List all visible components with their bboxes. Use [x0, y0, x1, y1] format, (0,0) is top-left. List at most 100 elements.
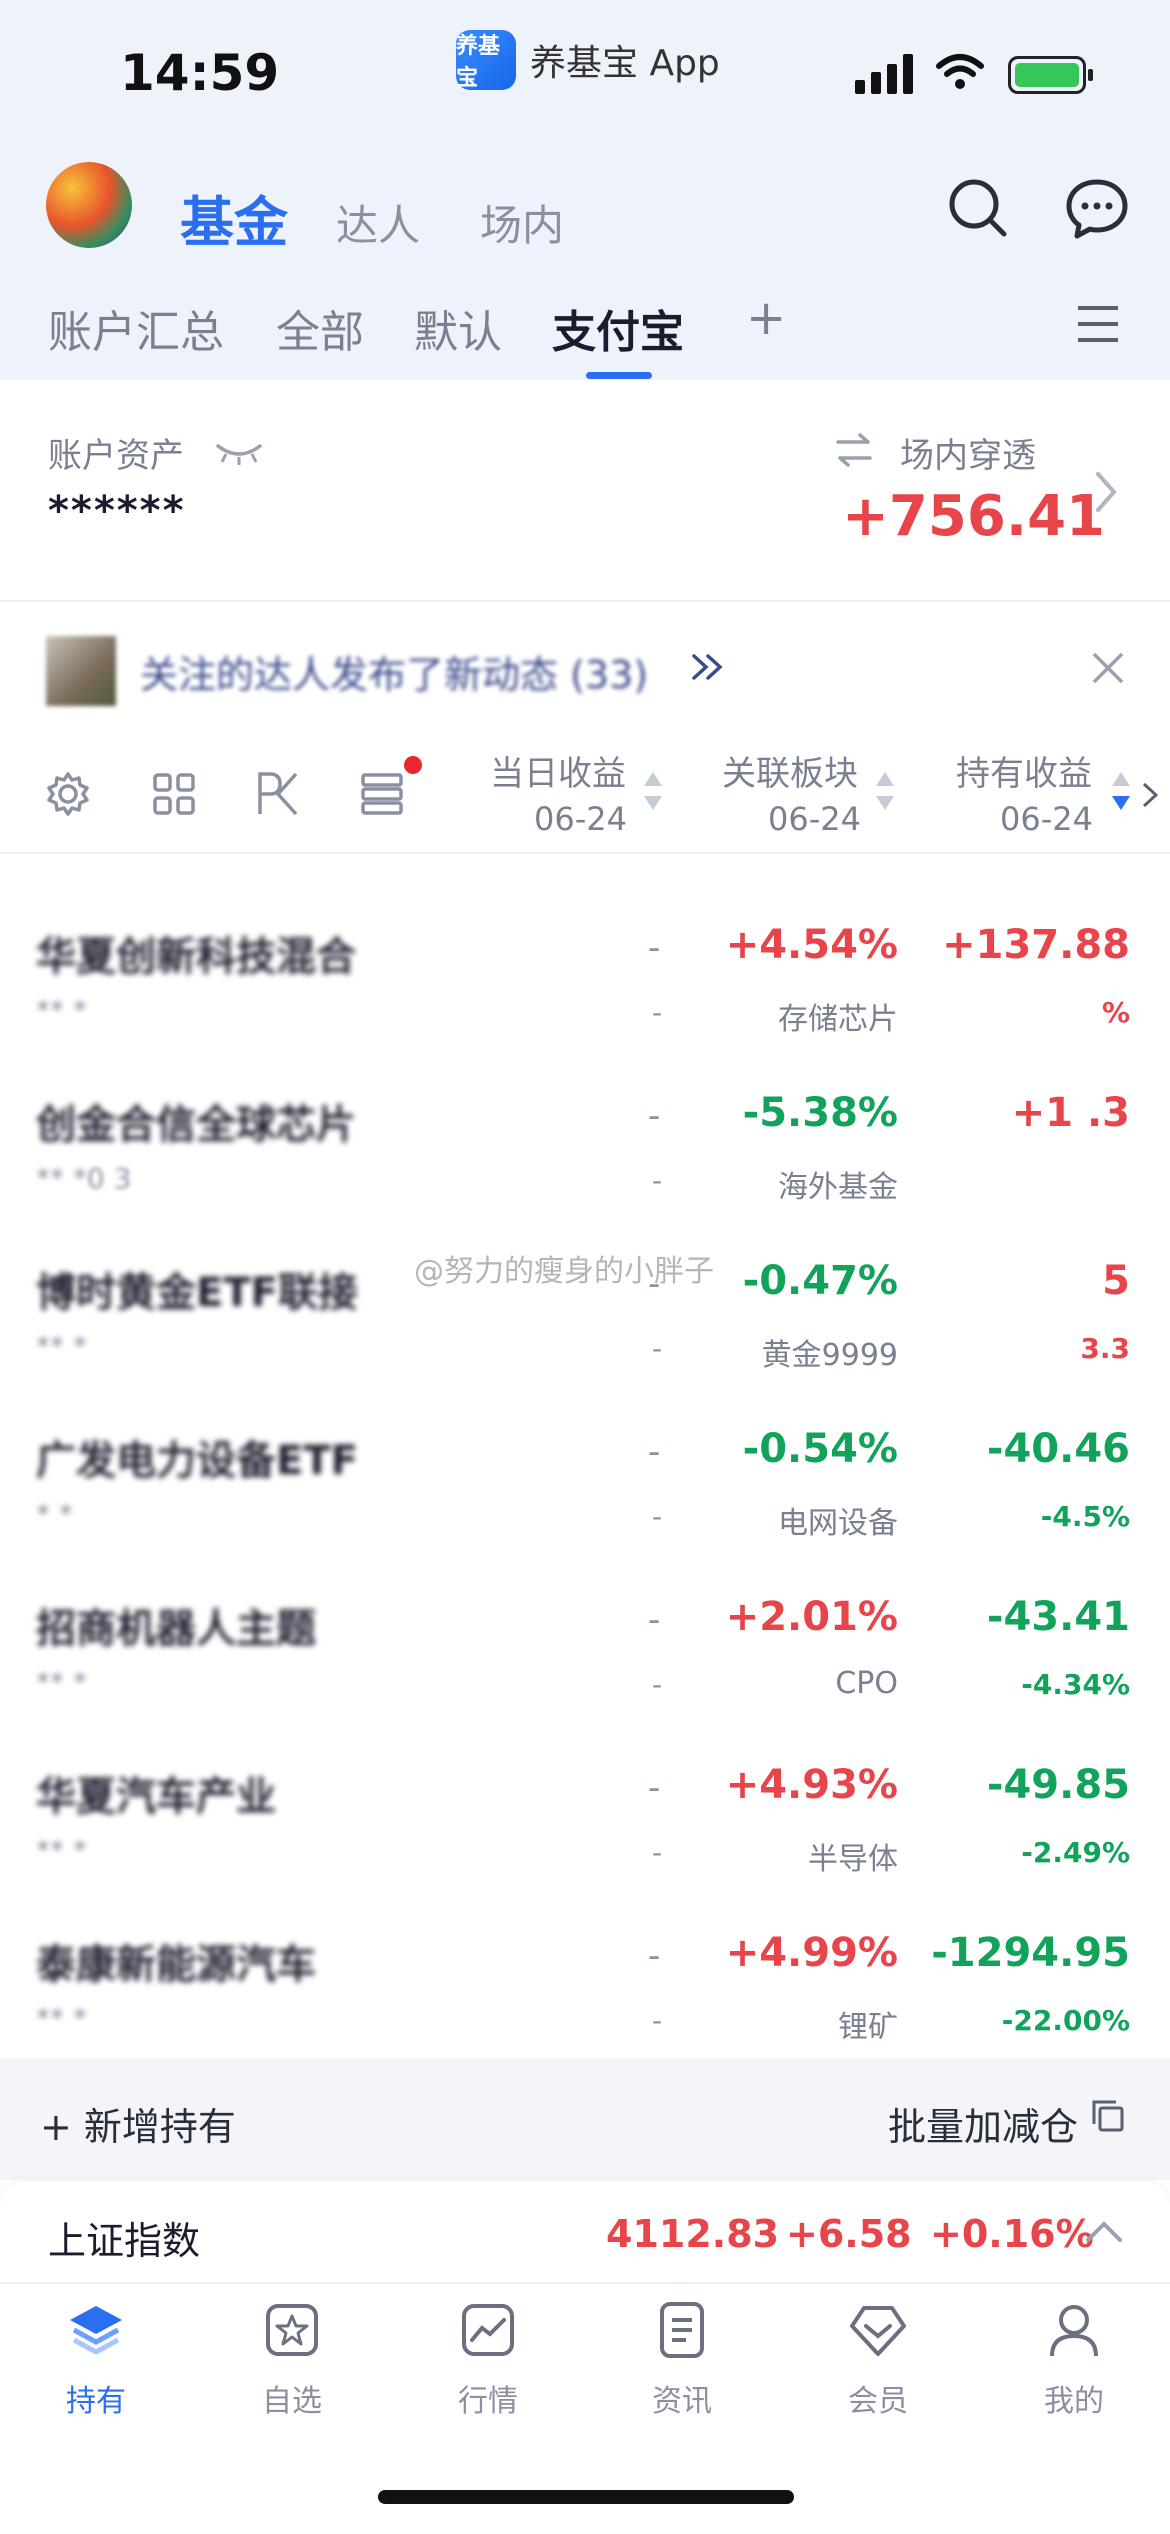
nav-news[interactable]: 资讯 — [602, 2300, 762, 2420]
notice-avatar — [46, 636, 116, 706]
fund-name: 广发电力设备ETF — [36, 1438, 358, 1484]
layers-icon — [70, 2306, 122, 2355]
sort-arrows-icon[interactable] — [876, 772, 894, 818]
sector-name: 电网设备 — [778, 1506, 898, 1541]
subtab-summary[interactable]: 账户汇总 — [48, 296, 224, 360]
holding-gain-pct: % — [1101, 996, 1130, 1029]
grid-icon[interactable] — [152, 772, 196, 816]
holding-gain: +137.88 — [942, 922, 1130, 968]
swap-icon[interactable] — [834, 432, 874, 468]
sector-name: CPO — [835, 1666, 898, 1701]
wifi-icon — [936, 54, 984, 89]
tab-experts[interactable]: 达人 — [336, 192, 420, 253]
sector-change: +4.99% — [725, 1930, 898, 1976]
holding-gain-pct: 3.3 — [1080, 1332, 1130, 1365]
daily-gain-pct: - — [652, 1500, 663, 1533]
nav-label: 我的 — [1044, 2384, 1104, 2419]
holding-gain: -1294.95 — [931, 1930, 1130, 1976]
index-change: +6.58 — [786, 2212, 912, 2256]
daily-gain: - — [648, 1096, 661, 1136]
holding-gain: 5 — [1102, 1258, 1130, 1304]
fund-name: 博时黄金ETF联接 — [36, 1270, 358, 1316]
holding-gain-pct: -4.5% — [1040, 1500, 1130, 1533]
nav-membership[interactable]: 会员 — [798, 2300, 958, 2420]
add-holding-button[interactable]: + 新增持有 — [40, 2096, 236, 2151]
nav-label: 持有 — [66, 2384, 126, 2419]
penetration-label[interactable]: 场内穿透 — [900, 428, 1036, 477]
subtab-default[interactable]: 默认 — [414, 296, 502, 360]
avatar[interactable] — [46, 162, 132, 248]
fund-name: 华夏汽车产业 — [36, 1774, 276, 1820]
daily-gain: - — [648, 1936, 661, 1976]
nav-holdings[interactable]: 持有 — [16, 2300, 176, 2420]
fund-name: 招商机器人主题 — [36, 1606, 316, 1652]
holding-gain-pct: -4.34% — [1021, 1668, 1130, 1701]
tab-onmarket[interactable]: 场内 — [480, 192, 564, 253]
status-time: 14:59 — [120, 44, 280, 102]
sector-name: 黄金9999 — [761, 1338, 898, 1373]
chevron-right-icon[interactable] — [1140, 780, 1160, 810]
holding-gain-pct: -22.00% — [1001, 2004, 1130, 2037]
add-tab-button[interactable]: + — [746, 290, 786, 346]
user-icon — [1050, 2305, 1098, 2357]
nav-label: 自选 — [262, 2384, 322, 2419]
column-sector[interactable]: 关联板块 — [722, 746, 858, 795]
daily-gain-pct: - — [652, 2004, 663, 2037]
pk-icon[interactable] — [256, 770, 300, 816]
account-assets-label: 账户资产 — [48, 436, 184, 476]
fund-code: ** * — [36, 994, 87, 1027]
nav-market[interactable]: 行情 — [408, 2300, 568, 2420]
eye-closed-icon[interactable] — [214, 440, 264, 466]
sort-arrows-icon[interactable] — [1112, 772, 1130, 818]
active-tab-indicator — [586, 372, 652, 379]
settings-icon[interactable] — [44, 770, 92, 818]
column-holding-gain[interactable]: 持有收益 — [956, 746, 1092, 795]
menu-icon[interactable] — [1076, 304, 1120, 344]
batch-adjust-button[interactable]: 批量加减仓 — [888, 2096, 1078, 2151]
chevron-right-icon[interactable] — [1094, 470, 1118, 514]
nav-profile[interactable]: 我的 — [994, 2300, 1154, 2420]
sector-name: 海外基金 — [778, 1170, 898, 1205]
fund-name: 创金合信全球芯片 — [36, 1102, 356, 1148]
app-name: 养基宝 App — [530, 43, 720, 84]
sort-arrows-icon[interactable] — [644, 772, 662, 818]
home-indicator[interactable] — [378, 2490, 794, 2504]
double-chevron-right-icon[interactable] — [690, 652, 726, 682]
nav-watchlist[interactable]: 自选 — [212, 2300, 372, 2420]
daily-gain: - — [648, 928, 661, 968]
tab-fund[interactable]: 基金 — [180, 178, 288, 257]
close-icon[interactable] — [1090, 650, 1126, 686]
chart-icon — [462, 2304, 514, 2356]
app-badge: 养基宝 养基宝 App — [456, 30, 720, 91]
sector-name: 半导体 — [808, 1842, 898, 1877]
sector-change: +2.01% — [725, 1594, 898, 1640]
holding-gain: -49.85 — [986, 1762, 1130, 1808]
penetration-value: +756.41 — [842, 484, 1106, 549]
nav-label: 资讯 — [652, 2384, 712, 2419]
sector-change: -0.47% — [742, 1258, 898, 1304]
search-icon[interactable] — [946, 176, 1010, 240]
column-sector-date: 06-24 — [768, 800, 861, 838]
daily-gain-pct: - — [652, 996, 663, 1029]
index-name: 上证指数 — [48, 2219, 201, 2263]
subtab-alipay[interactable]: 支付宝 — [552, 296, 684, 360]
column-daily-gain[interactable]: 当日收益 — [490, 746, 626, 795]
star-icon — [266, 2304, 318, 2356]
column-holding-date: 06-24 — [1000, 800, 1093, 838]
holding-gain: -40.46 — [986, 1426, 1130, 1472]
index-change-pct: +0.16% — [930, 2212, 1094, 2256]
list-view-icon[interactable] — [360, 772, 404, 816]
chevron-up-icon[interactable] — [1084, 2218, 1124, 2244]
nav-label: 行情 — [458, 2384, 518, 2419]
fund-code: * * — [36, 1498, 73, 1531]
copy-icon[interactable] — [1090, 2098, 1126, 2134]
watermark: @努力的瘦身的小胖子 — [414, 1254, 714, 1289]
notice-text: 关注的达人发布了新动态 (33) — [140, 653, 649, 697]
message-icon[interactable] — [1064, 176, 1130, 240]
nav-label: 会员 — [848, 2384, 908, 2419]
fund-code: ** * — [36, 1666, 87, 1699]
daily-gain-pct: - — [652, 1332, 663, 1365]
subtab-all[interactable]: 全部 — [276, 296, 364, 360]
fund-name: 华夏创新科技混合 — [36, 934, 356, 980]
holding-gain: -43.41 — [986, 1594, 1130, 1640]
